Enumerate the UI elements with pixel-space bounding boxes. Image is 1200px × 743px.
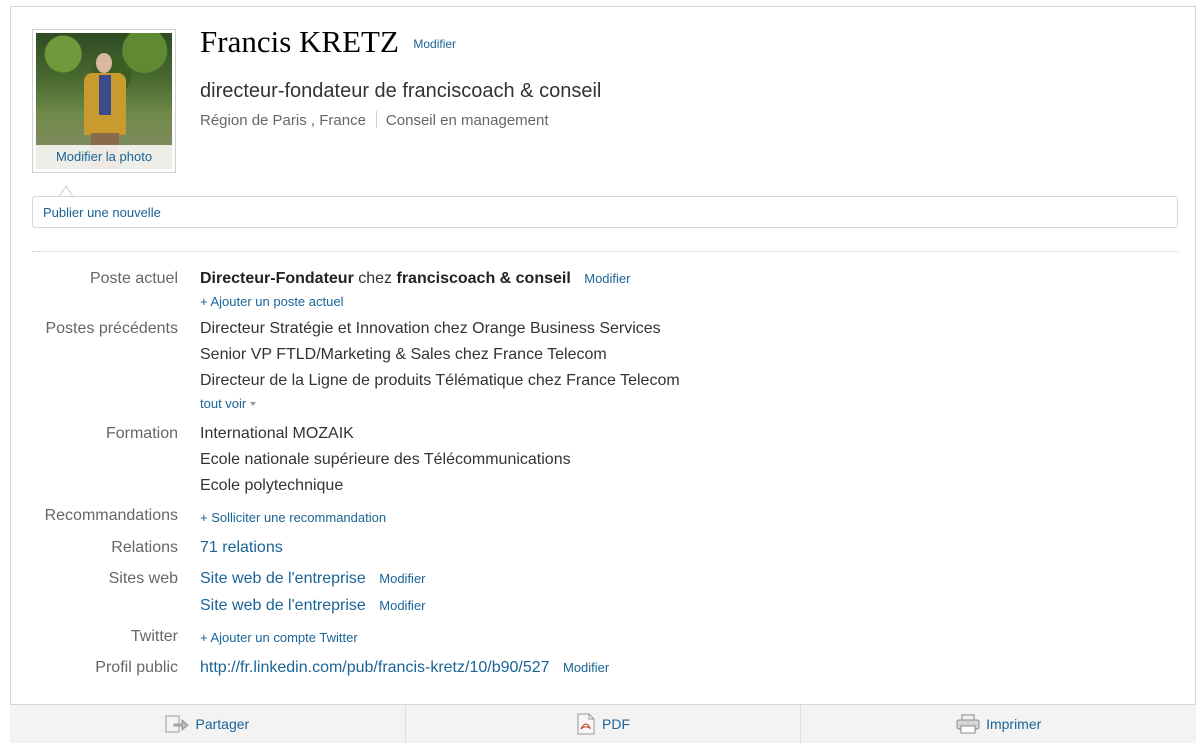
profile-location: Région de Paris , France (200, 112, 366, 129)
connections-label: Relations (111, 539, 178, 556)
previous-position-item: Directeur Stratégie et Innovation chez O… (200, 320, 661, 337)
section-divider (32, 251, 1178, 252)
previous-position-item: Senior VP FTLD/Marketing & Sales chez Fr… (200, 346, 607, 363)
current-position-company: franciscoach & conseil (396, 270, 571, 287)
share-label[interactable]: Partager (195, 716, 249, 732)
edit-current-position-link[interactable]: Modifier (584, 271, 630, 286)
add-current-position-link[interactable]: + Ajouter un poste actuel (200, 294, 343, 309)
pdf-label[interactable]: PDF (602, 716, 630, 732)
previous-position-item: Directeur de la Ligne de produits Téléma… (200, 372, 680, 389)
pdf-icon (576, 713, 596, 735)
publish-update-box[interactable]: Publier une nouvelle (32, 196, 1178, 228)
request-recommendation-link[interactable]: + Solliciter une recommandation (200, 510, 386, 525)
website-item: Site web de l'entreprise Modifier (200, 570, 426, 588)
recommendations-label: Recommandations (44, 507, 178, 524)
education-item: International MOZAIK (200, 425, 354, 442)
edit-name-link[interactable]: Modifier (413, 37, 456, 51)
edit-website-link[interactable]: Modifier (379, 598, 425, 613)
current-position-connector: chez (358, 270, 393, 287)
divider (375, 111, 377, 128)
current-position-value: Directeur-Fondateur chez franciscoach & … (200, 270, 631, 288)
see-all-label[interactable]: tout voir (200, 396, 246, 411)
previous-positions-label: Postes précédents (45, 320, 178, 337)
photo-person-shirt (99, 75, 111, 115)
connections-link[interactable]: 71 relations (200, 539, 283, 557)
pdf-button[interactable]: PDF (406, 705, 802, 743)
website-link[interactable]: Site web de l'entreprise (200, 597, 366, 614)
photo-person-head (96, 53, 112, 73)
education-item: Ecole nationale supérieure des Télécommu… (200, 451, 571, 468)
website-item: Site web de l'entreprise Modifier (200, 597, 426, 615)
location-line: Région de Paris , France Conseil en manag… (200, 111, 549, 129)
print-label[interactable]: Imprimer (986, 716, 1041, 732)
edit-website-link[interactable]: Modifier (379, 571, 425, 586)
profile-photo[interactable]: Modifier la photo (36, 33, 172, 169)
public-profile-value: http://fr.linkedin.com/pub/francis-kretz… (200, 659, 609, 677)
publish-update-link[interactable]: Publier une nouvelle (43, 205, 161, 220)
see-all-positions-link[interactable]: tout voir (200, 396, 257, 411)
share-button[interactable]: Partager (10, 705, 406, 743)
profile-actions-bar: Partager PDF Imprimer (10, 704, 1196, 743)
chevron-down-icon (250, 402, 257, 406)
profile-industry: Conseil en management (385, 112, 549, 129)
profile-name: Francis KRETZ (200, 24, 399, 59)
share-icon (165, 715, 190, 733)
websites-label: Sites web (108, 570, 178, 587)
edit-public-profile-link[interactable]: Modifier (563, 660, 609, 675)
website-link[interactable]: Site web de l'entreprise (200, 570, 366, 587)
name-line: Francis KRETZ Modifier (200, 24, 456, 60)
add-twitter-link[interactable]: + Ajouter un compte Twitter (200, 630, 358, 645)
public-profile-label: Profil public (95, 659, 178, 676)
profile-photo-frame: Modifier la photo (32, 29, 176, 173)
profile-headline: directeur-fondateur de franciscoach & co… (200, 80, 602, 102)
printer-icon (956, 714, 980, 734)
public-profile-url[interactable]: http://fr.linkedin.com/pub/francis-kretz… (200, 659, 550, 676)
education-item: Ecole polytechnique (200, 477, 344, 494)
education-label: Formation (105, 425, 178, 442)
current-position-label: Poste actuel (89, 270, 178, 287)
twitter-label: Twitter (130, 628, 178, 645)
edit-photo-link[interactable]: Modifier la photo (36, 145, 172, 169)
print-button[interactable]: Imprimer (801, 705, 1196, 743)
current-position-title: Directeur-Fondateur (200, 270, 354, 287)
